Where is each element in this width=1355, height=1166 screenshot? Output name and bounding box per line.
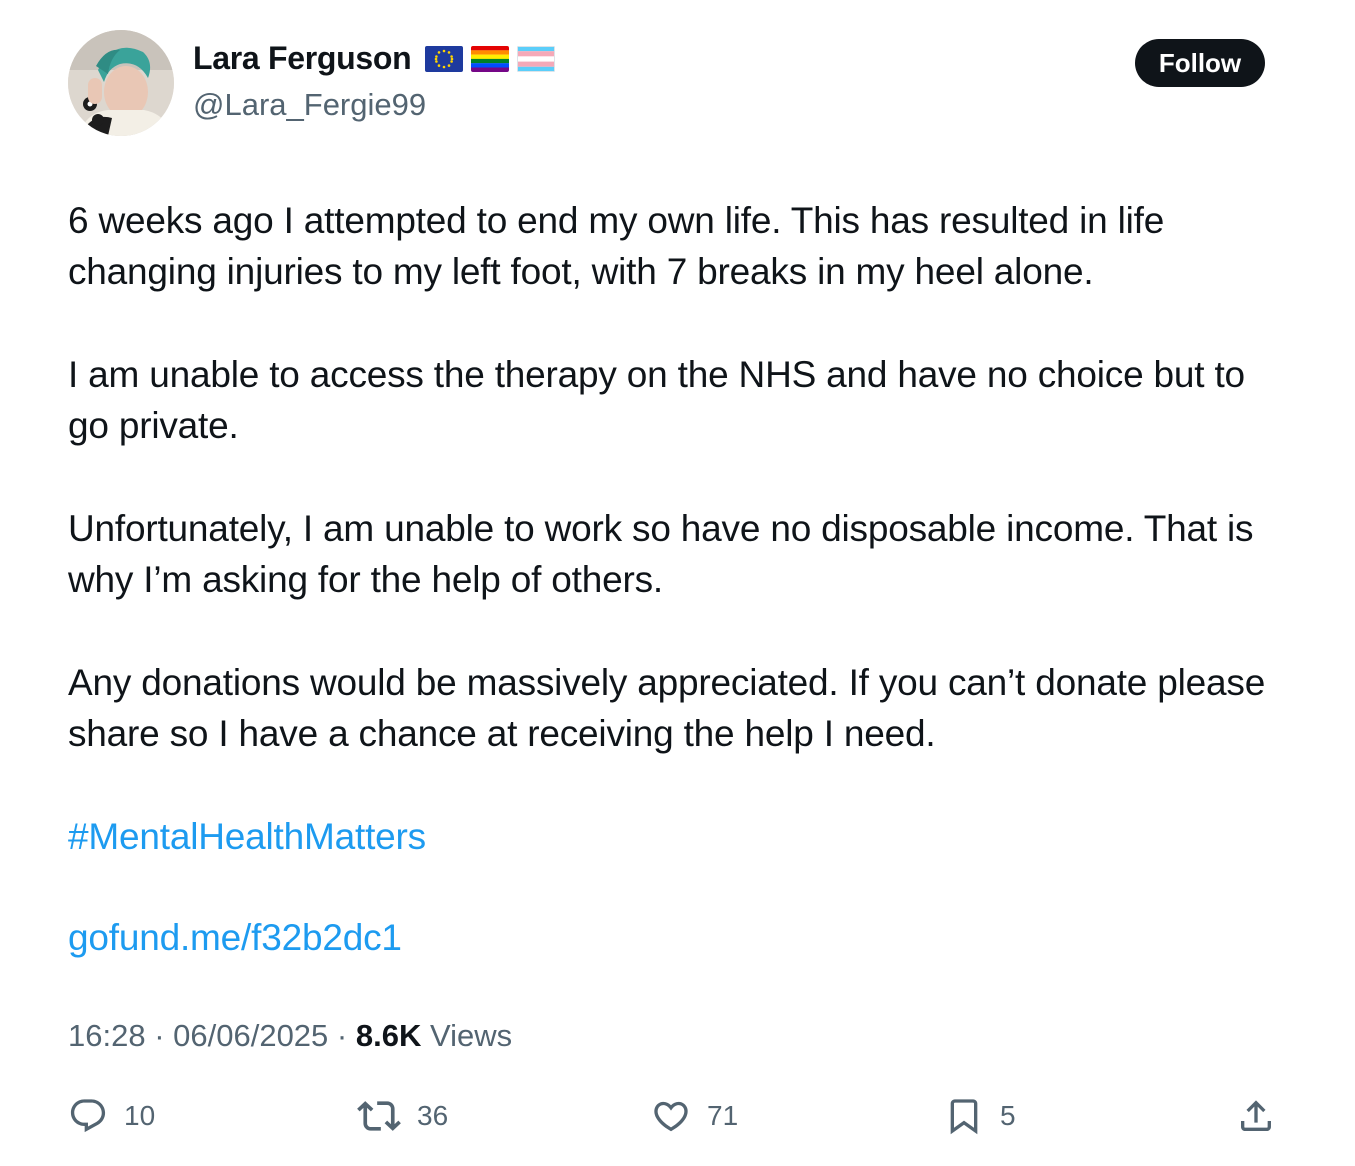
- bookmark-button[interactable]: 5: [944, 1093, 1016, 1139]
- bookmark-count: 5: [1000, 1100, 1016, 1131]
- tweet-meta: 16:28 · 06/06/2025 · 8.6K Views: [68, 1018, 512, 1054]
- reply-icon: [70, 1099, 106, 1133]
- hashtag-paragraph: #MentalHealthMatters: [68, 811, 1288, 862]
- link-paragraph: gofund.me/f32b2dc1: [68, 912, 1288, 963]
- donation-link[interactable]: gofund.me/f32b2dc1: [68, 912, 402, 963]
- repost-icon: [357, 1101, 401, 1131]
- tweet-time[interactable]: 16:28: [68, 1018, 146, 1053]
- tweet-paragraph: Any donations would be massively appreci…: [68, 662, 1266, 754]
- rainbow-flag-icon: [471, 45, 510, 72]
- follow-button[interactable]: Follow: [1135, 39, 1265, 87]
- avatar[interactable]: [68, 30, 174, 136]
- tweet-text: 6 weeks ago I attempted to end my own li…: [68, 195, 1288, 1015]
- action-bar: 10 36 71 5: [0, 1093, 1355, 1139]
- tweet-paragraph: Unfortunately, I am unable to work so ha…: [68, 508, 1254, 600]
- tweet-paragraph: 6 weeks ago I attempted to end my own li…: [68, 200, 1165, 292]
- views-count: 8.6K: [355, 1018, 422, 1053]
- avatar-image: [68, 30, 174, 136]
- repost-count: 36: [417, 1100, 449, 1131]
- reply-count: 10: [124, 1100, 156, 1131]
- bookmark-icon: [950, 1099, 978, 1135]
- hashtag-link[interactable]: #MentalHealthMatters: [68, 811, 426, 862]
- tweet-date[interactable]: 06/06/2025: [173, 1018, 328, 1053]
- meta-separator: ·: [145, 1018, 174, 1053]
- share-icon: [1241, 1100, 1271, 1131]
- repost-button[interactable]: 36: [357, 1093, 448, 1139]
- meta-separator: ·: [328, 1018, 356, 1053]
- author-name-row: Lara Ferguson: [193, 40, 556, 77]
- eu-flag-icon: [425, 45, 464, 72]
- share-button[interactable]: [1236, 1093, 1276, 1139]
- trans-flag-icon: [517, 45, 556, 72]
- like-button[interactable]: 71: [651, 1093, 738, 1139]
- reply-button[interactable]: 10: [68, 1093, 155, 1139]
- author-handle[interactable]: @Lara_Fergie99: [193, 87, 426, 123]
- tweet-paragraph: I am unable to access the therapy on the…: [68, 354, 1245, 446]
- author-display-name[interactable]: Lara Ferguson: [193, 40, 412, 77]
- like-count: 71: [707, 1100, 739, 1131]
- heart-icon: [654, 1101, 688, 1132]
- views-label: Views: [421, 1018, 513, 1053]
- author-flags: [425, 45, 556, 72]
